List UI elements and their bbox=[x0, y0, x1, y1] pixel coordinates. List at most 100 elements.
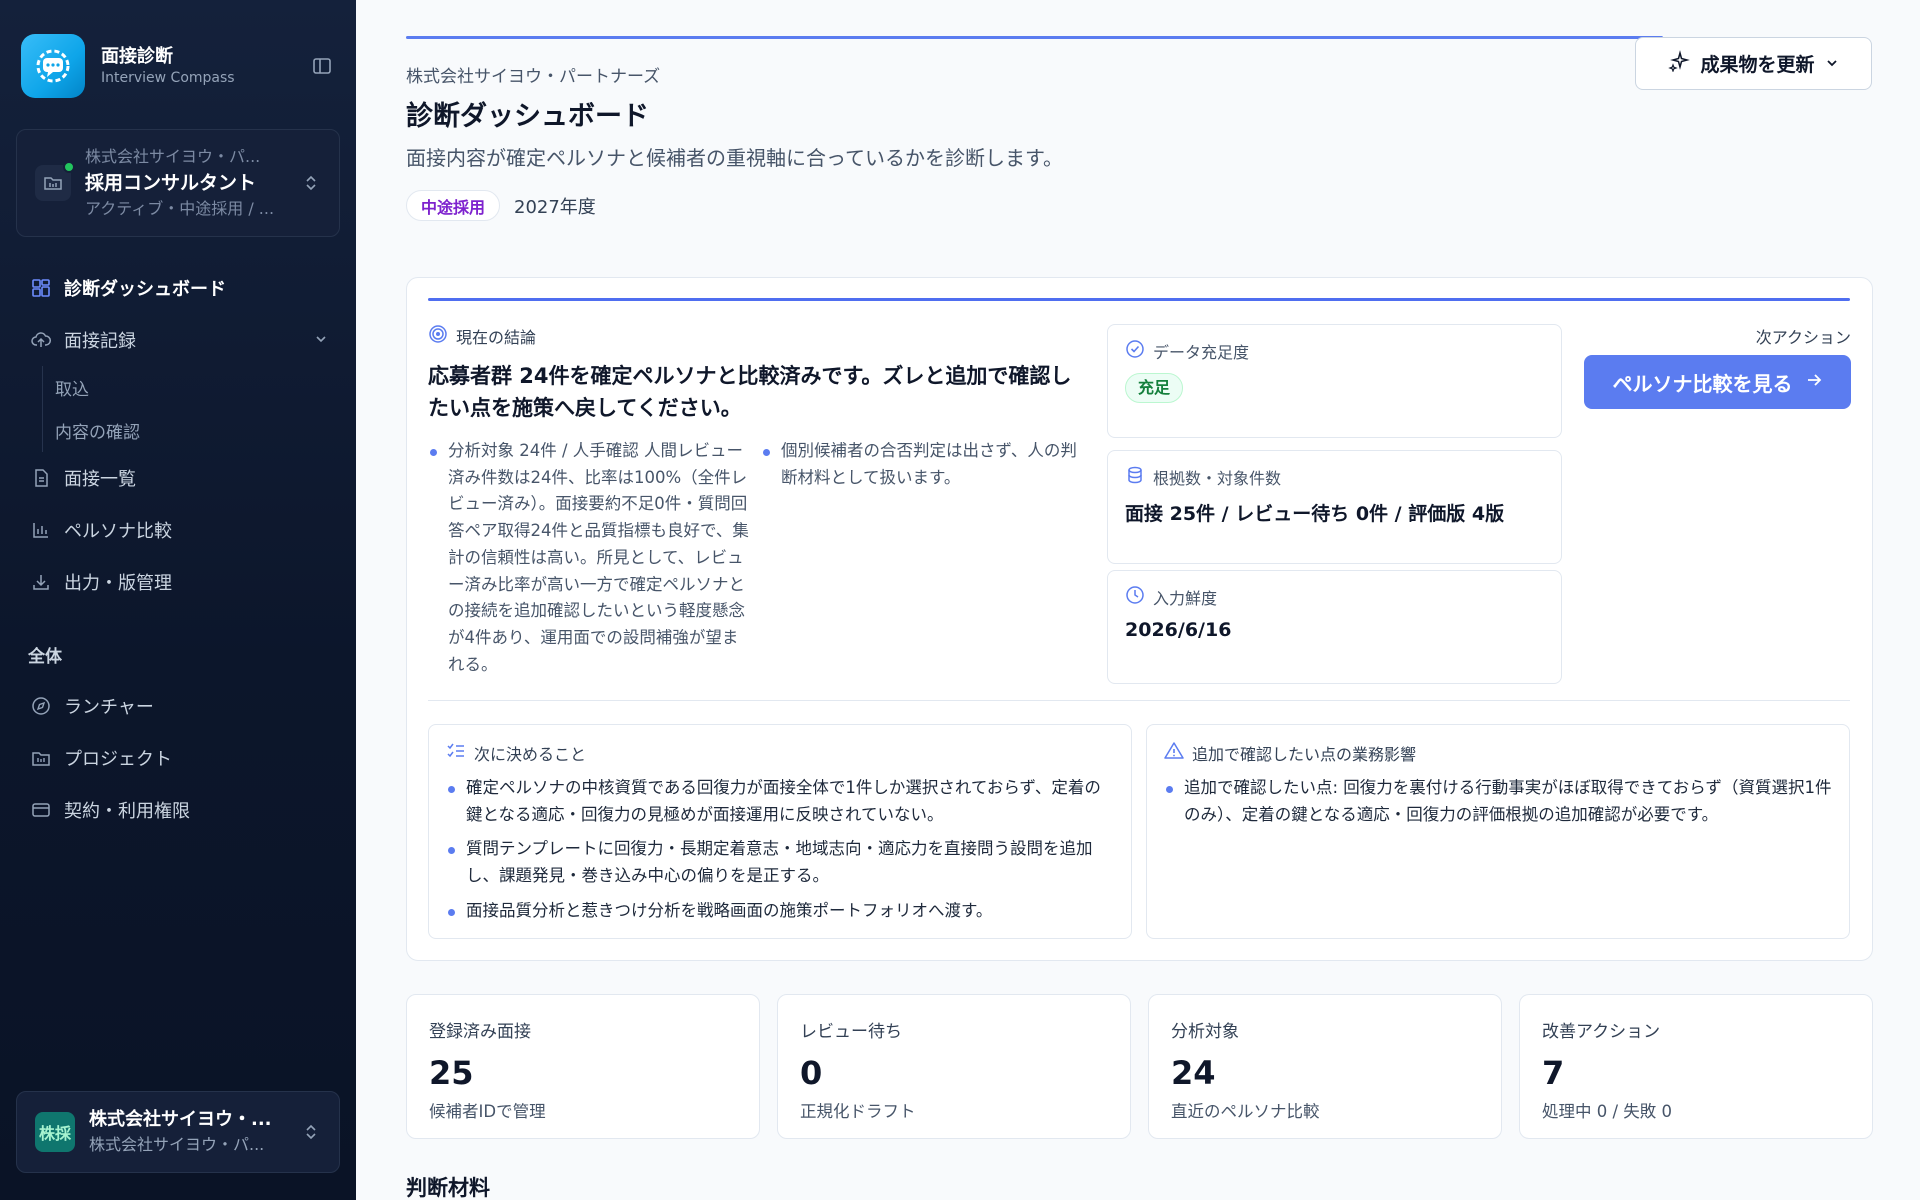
sidebar-item-label: ランチャー bbox=[64, 697, 154, 718]
sidebar-item-interview-list[interactable]: 面接一覧 bbox=[14, 452, 342, 504]
conclusion-bullets: 分析対象 24件 / 人手確認 人間レビュー済み件数は24件、比率は100%（全… bbox=[428, 438, 752, 678]
list-item: 個別候補者の合否判定は出さず、人の判断材料として扱います。 bbox=[761, 438, 1081, 491]
section-title: 判断材料 bbox=[406, 1176, 490, 1200]
sidebar-item-contract[interactable]: 契約・利用権限 bbox=[14, 784, 342, 836]
brand-name: 面接診断 bbox=[101, 46, 173, 67]
sidebar-subitem-import[interactable]: 取込 bbox=[55, 366, 342, 409]
stat-label: 分析対象 bbox=[1171, 1022, 1239, 1042]
stat-value: 24 bbox=[1171, 1054, 1216, 1092]
stat-label: レビュー待ち bbox=[800, 1022, 902, 1042]
sidebar-item-label: 出力・版管理 bbox=[64, 573, 172, 594]
update-button-label: 成果物を更新 bbox=[1700, 54, 1815, 76]
conclusion-label: 現在の結論 bbox=[456, 328, 537, 347]
hiring-type-badge: 中途採用 bbox=[406, 190, 501, 221]
project-company: 株式会社サイヨウ・パ... bbox=[85, 147, 261, 166]
stat-label: 登録済み面接 bbox=[429, 1022, 531, 1042]
project-role: 採用コンサルタント bbox=[85, 172, 257, 194]
document-icon bbox=[30, 467, 52, 489]
main-content: 成果物を更新 株式会社サイヨウ・パートナーズ 診断ダッシュボード 面接内容が確定… bbox=[356, 0, 1920, 1200]
list-item: 面接品質分析と惹きつけ分析を戦略画面の施策ポートフォリオへ渡す。 bbox=[446, 898, 1114, 925]
stat-card-registered: 登録済み面接 25 候補者IDで管理 bbox=[406, 994, 760, 1139]
stat-value: 7 bbox=[1542, 1054, 1565, 1092]
header-accent-bar bbox=[406, 36, 1663, 39]
chevron-updown-icon bbox=[301, 173, 321, 193]
database-icon bbox=[1125, 465, 1145, 489]
business-impact-card: 追加で確認したい点の業務影響 追加で確認したい点: 回復力を裏付ける行動事実がほ… bbox=[1146, 724, 1850, 939]
stat-card-review-pending: レビュー待ち 0 正規化ドラフト bbox=[777, 994, 1131, 1139]
metric-value: 2026/6/16 bbox=[1125, 619, 1232, 641]
target-icon bbox=[428, 324, 448, 348]
page-title: 診断ダッシュボード bbox=[406, 101, 649, 132]
sidebar-item-dashboard[interactable]: 診断ダッシュボード bbox=[14, 262, 342, 314]
checklist-icon bbox=[446, 741, 466, 765]
stat-label: 改善アクション bbox=[1542, 1022, 1661, 1042]
chevron-down-icon bbox=[1825, 53, 1839, 75]
sidebar-section-all: 全体 bbox=[28, 646, 62, 667]
sidebar-item-projects[interactable]: プロジェクト bbox=[14, 732, 342, 784]
folder-icon bbox=[35, 161, 75, 201]
page-description: 面接内容が確定ペルソナと候補者の重視軸に合っているかを診断します。 bbox=[406, 146, 1063, 170]
sidebar-subitem-review[interactable]: 内容の確認 bbox=[55, 409, 342, 452]
sidebar-item-launcher[interactable]: ランチャー bbox=[14, 680, 342, 732]
project-switcher[interactable]: 株式会社サイヨウ・パ... 採用コンサルタント アクティブ・中途採用 / ... bbox=[16, 129, 340, 237]
fiscal-year: 2027年度 bbox=[514, 197, 596, 218]
stat-caption: 直近のペルソナ比較 bbox=[1171, 1102, 1320, 1121]
sparkle-icon bbox=[1668, 50, 1691, 77]
conclusion-panel: 現在の結論 応募者群 24件を確定ペルソナと比較済みです。ズレと追加で確認したい… bbox=[406, 277, 1873, 961]
project-status: アクティブ・中途採用 / ... bbox=[85, 199, 275, 218]
sidebar-toggle-icon[interactable] bbox=[308, 52, 336, 80]
conclusion-bullets-secondary: 個別候補者の合否判定は出さず、人の判断材料として扱います。 bbox=[761, 438, 1081, 491]
sidebar-item-label: プロジェクト bbox=[64, 749, 172, 770]
sidebar-item-output[interactable]: 出力・版管理 bbox=[14, 556, 342, 608]
chevron-updown-icon bbox=[301, 1122, 321, 1142]
dashboard-icon bbox=[30, 277, 52, 299]
arrow-right-icon bbox=[1805, 370, 1823, 394]
clock-icon bbox=[1125, 585, 1145, 609]
sidebar-nav: 診断ダッシュボード 面接記録 取込 内容の確認 面接一覧 ペルソナ比較 出力・版… bbox=[14, 262, 342, 836]
update-deliverables-button[interactable]: 成果物を更新 bbox=[1635, 37, 1872, 90]
subcard-label: 追加で確認したい点の業務影響 bbox=[1192, 745, 1417, 764]
status-badge: 充足 bbox=[1125, 373, 1184, 403]
account-switcher[interactable]: 株採 株式会社サイヨウ・... 株式会社サイヨウ・パ... bbox=[16, 1091, 340, 1173]
compass-icon bbox=[30, 695, 52, 717]
stat-caption: 処理中 0 / 失敗 0 bbox=[1542, 1102, 1673, 1121]
stat-value: 0 bbox=[800, 1054, 823, 1092]
stat-value: 25 bbox=[429, 1054, 474, 1092]
metric-label: 根拠数・対象件数 bbox=[1153, 469, 1282, 488]
sidebar-item-label: 面接一覧 bbox=[64, 469, 136, 490]
account-org: 株式会社サイヨウ・パ... bbox=[89, 1135, 265, 1154]
sidebar-item-persona[interactable]: ペルソナ比較 bbox=[14, 504, 342, 556]
list-item: 追加で確認したい点: 回復力を裏付ける行動事実がほぼ取得できておらず（資質選択1… bbox=[1164, 775, 1832, 828]
check-circle-icon bbox=[1125, 339, 1145, 363]
stat-card-improvement-actions: 改善アクション 7 処理中 0 / 失敗 0 bbox=[1519, 994, 1873, 1139]
divider bbox=[428, 700, 1850, 701]
sidebar-item-records[interactable]: 面接記録 bbox=[14, 314, 342, 366]
download-icon bbox=[30, 571, 52, 593]
view-persona-comparison-button[interactable]: ペルソナ比較を見る bbox=[1584, 355, 1851, 409]
data-sufficiency-card: データ充足度 充足 bbox=[1107, 324, 1562, 438]
warning-icon bbox=[1164, 741, 1184, 765]
stat-caption: 候補者IDで管理 bbox=[429, 1102, 546, 1121]
next-action-label: 次アクション bbox=[1755, 328, 1851, 347]
records-subnav: 取込 内容の確認 bbox=[42, 366, 342, 452]
avatar: 株採 bbox=[35, 1112, 75, 1152]
bar-chart-icon bbox=[30, 519, 52, 541]
app-logo-icon bbox=[21, 34, 85, 98]
sidebar-item-label: ペルソナ比較 bbox=[64, 521, 172, 542]
cloud-upload-icon bbox=[30, 329, 52, 351]
metric-value: 面接 25件 / レビュー待ち 0件 / 評価版 4版 bbox=[1125, 503, 1505, 525]
metric-label: 入力鮮度 bbox=[1153, 589, 1218, 608]
brand: 面接診断 Interview Compass bbox=[21, 34, 336, 98]
company-name: 株式会社サイヨウ・パートナーズ bbox=[406, 67, 661, 87]
list-item: 質問テンプレートに回復力・長期定着意志・地域志向・適応力を直接問う設問を追加し、… bbox=[446, 836, 1114, 889]
stat-caption: 正規化ドラフト bbox=[800, 1102, 916, 1121]
panel-accent-bar bbox=[428, 298, 1850, 301]
list-item: 確定ペルソナの中核資質である回復力が面接全体で1件しか選択されておらず、定着の鍵… bbox=[446, 775, 1114, 828]
credit-card-icon bbox=[30, 799, 52, 821]
evidence-count-card: 根拠数・対象件数 面接 25件 / レビュー待ち 0件 / 評価版 4版 bbox=[1107, 450, 1562, 564]
sidebar: 面接診断 Interview Compass 株式会社サイヨウ・パ... 採用コ… bbox=[0, 0, 356, 1200]
input-freshness-card: 入力鮮度 2026/6/16 bbox=[1107, 570, 1562, 684]
metric-label: データ充足度 bbox=[1153, 343, 1250, 362]
sidebar-item-label: 診断ダッシュボード bbox=[64, 279, 226, 300]
sidebar-item-label: 契約・利用権限 bbox=[64, 801, 190, 822]
